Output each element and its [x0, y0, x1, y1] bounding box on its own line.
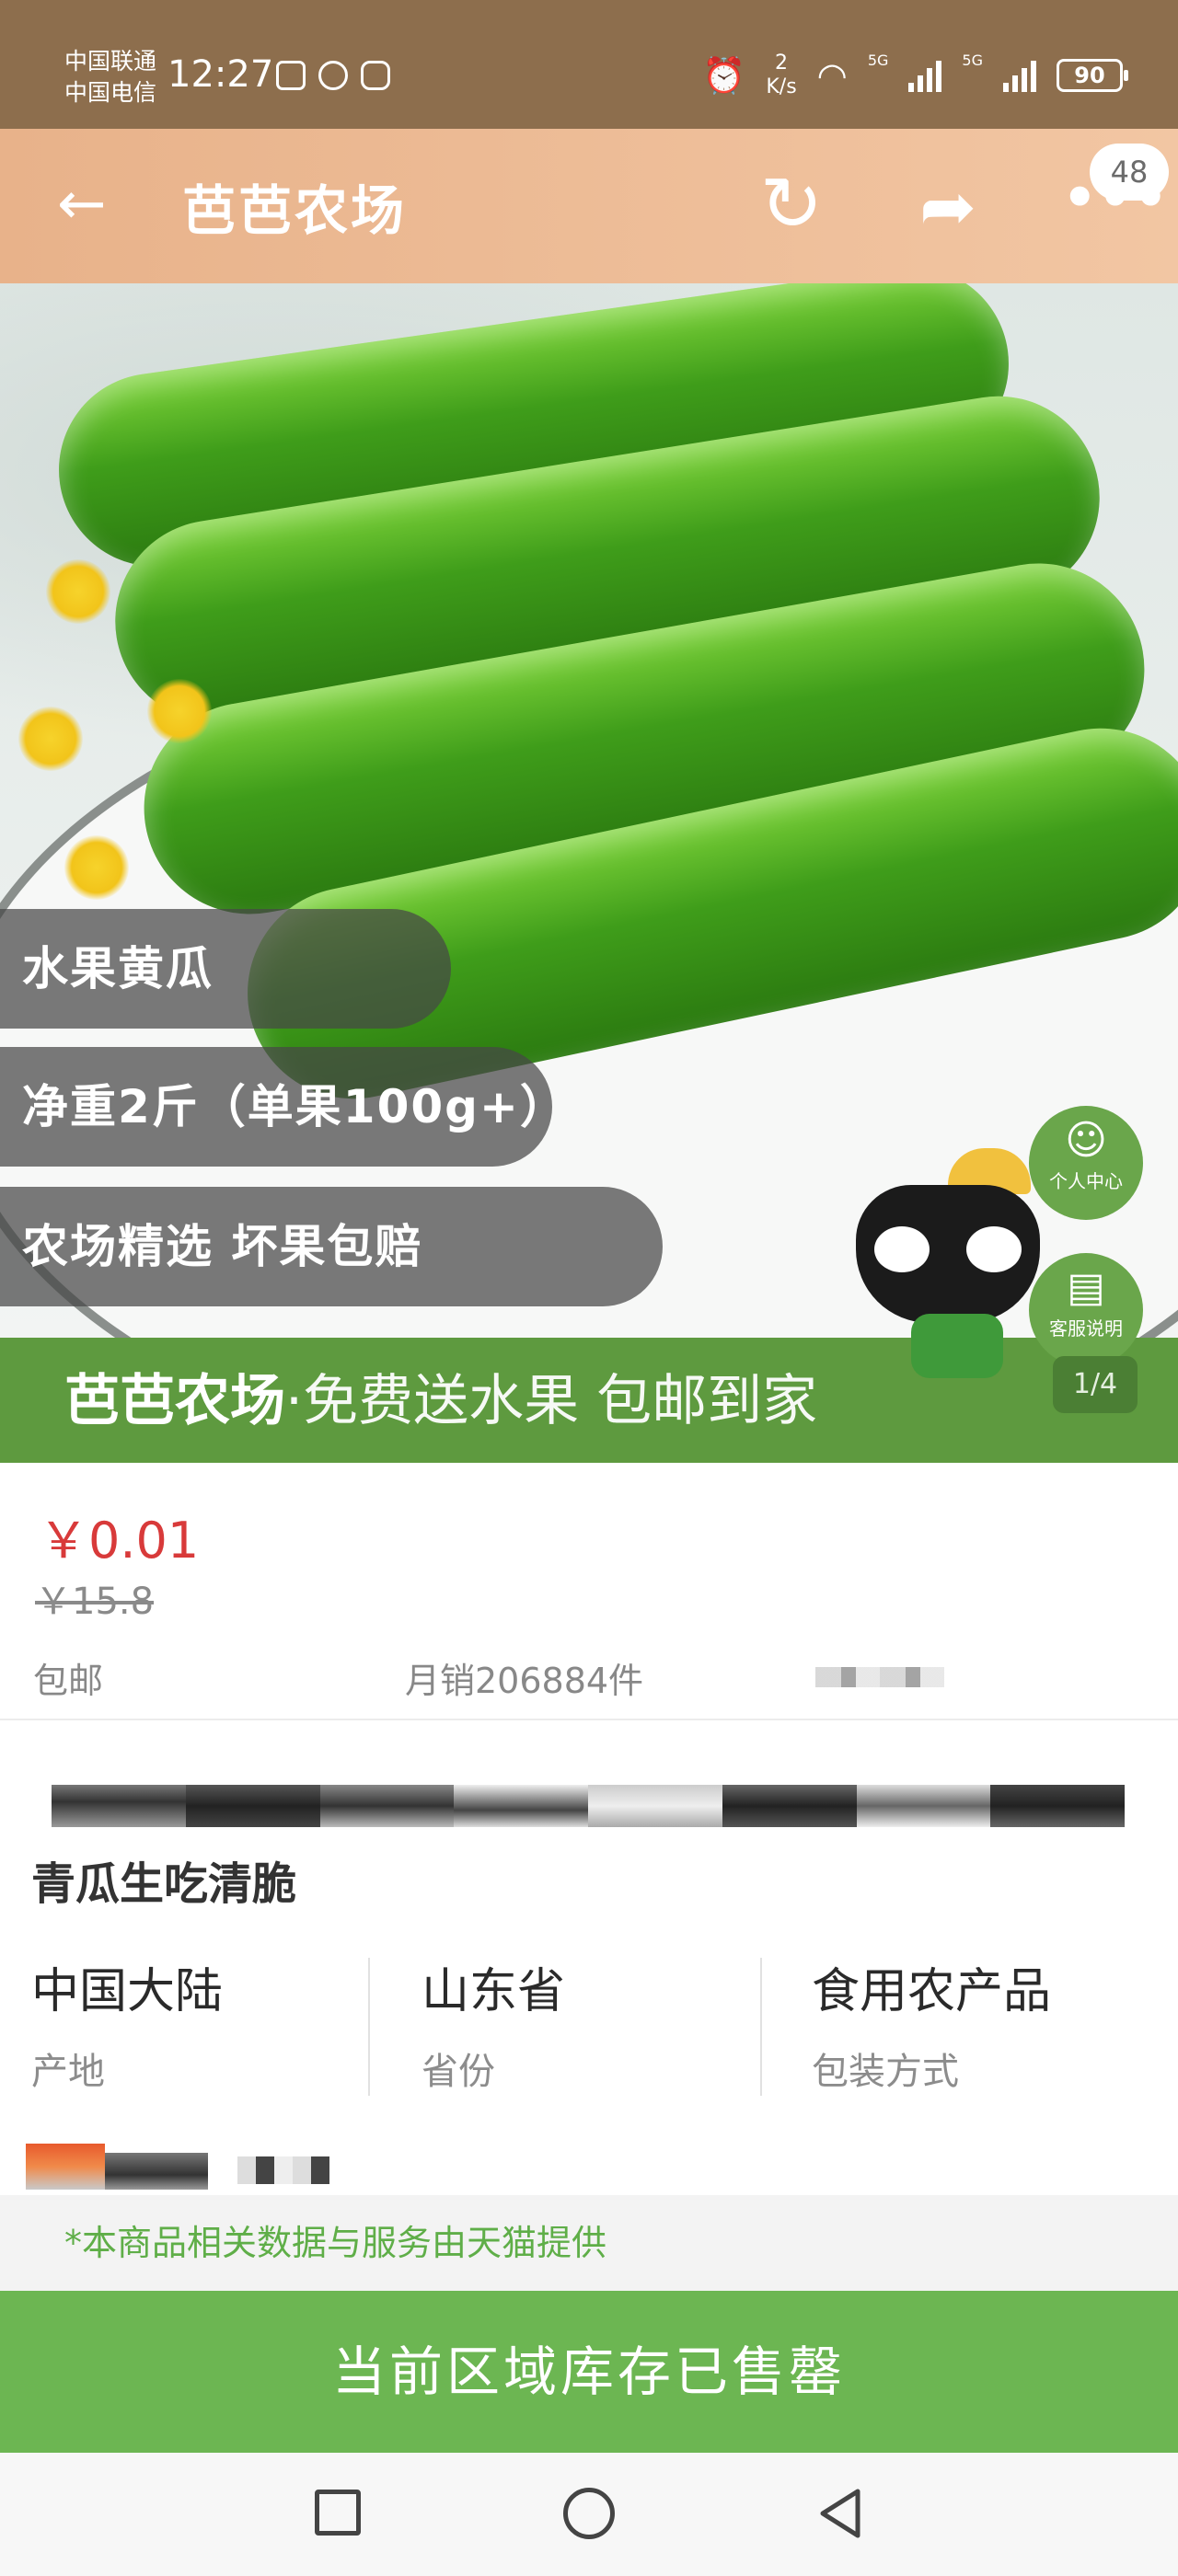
net-speed-unit: K/s: [766, 75, 797, 98]
signal-1-label: 5G: [867, 52, 889, 69]
service-info-button[interactable]: ▤ 客服说明: [1029, 1253, 1143, 1367]
service-info-label: 客服说明: [1049, 1317, 1123, 1340]
product-image-carousel[interactable]: 水果黄瓜 净重2斤（单果100g+） 农场精选 坏果包赔 芭芭农场·免费送水果 …: [0, 283, 1178, 1463]
circle-icon[interactable]: [563, 2488, 615, 2539]
product-subtitle: 青瓜生吃清脆: [31, 1858, 297, 1910]
band-slogan: ·免费送水果 包邮到家: [285, 1369, 818, 1433]
net-speed-value: 2: [775, 52, 789, 75]
hero-tag-3: 农场精选 坏果包赔: [0, 1187, 663, 1306]
redacted-product-name: [52, 1785, 1125, 1827]
personal-center-button[interactable]: ☺ 个人中心: [1029, 1106, 1143, 1220]
personal-center-label: 个人中心: [1049, 1170, 1123, 1192]
spec-province: 山东省 省份: [422, 1952, 790, 2095]
tmall-cat-mascot: [847, 1148, 1049, 1378]
band-brand: 芭芭农场: [64, 1369, 285, 1433]
net-speed: 2 K/s: [766, 52, 796, 99]
flower-graphic: [46, 559, 110, 624]
spec-origin-value: 中国大陆: [31, 1964, 224, 2019]
shipping-label: 包邮: [33, 1661, 104, 1701]
spec-packaging-value: 食用农产品: [812, 1964, 1052, 2019]
app-header: ← 芭芭农场 ↻ ➦ ••• 48: [0, 129, 1178, 283]
hero-tag-1: 水果黄瓜: [0, 909, 451, 1029]
wifi-icon: ◠: [816, 55, 848, 96]
back-arrow-icon[interactable]: ←: [57, 175, 121, 241]
alarm-icon: ⏰: [702, 54, 746, 96]
system-nav-bar: [0, 2453, 1178, 2576]
share-icon[interactable]: ➦: [907, 167, 989, 250]
sold-out-button[interactable]: 当前区域库存已售罄: [0, 2291, 1178, 2453]
monthly-sales: 月销206884件: [405, 1661, 644, 1701]
carrier-2: 中国电信: [64, 79, 157, 106]
hand-icon: [361, 61, 390, 90]
spec-divider: [368, 1958, 370, 2096]
current-price: ￥0.01: [39, 1512, 200, 1570]
spec-province-key: 省份: [422, 2051, 495, 2093]
flower-graphic: [18, 707, 83, 771]
battery-icon: 90: [1057, 59, 1128, 92]
signal-2-icon: [1003, 59, 1036, 92]
spec-packaging-key: 包装方式: [812, 2051, 959, 2093]
status-right: ⏰ 2 K/s ◠ 5G 5G 90: [702, 52, 1128, 99]
price-section: ￥0.01 ￥15.8 包邮 月销206884件: [0, 1463, 1178, 1720]
message-count-badge[interactable]: 48: [1090, 144, 1169, 201]
page-title: 芭芭农场: [182, 179, 408, 242]
spec-divider: [760, 1958, 762, 2096]
flower-graphic: [64, 835, 129, 900]
nfc-icon: [276, 61, 306, 90]
spec-province-value: 山东省: [422, 1964, 566, 2019]
status-notification-icons: [276, 61, 390, 90]
flower-graphic: [147, 679, 212, 743]
signal-1-icon: [908, 59, 942, 92]
wechat-icon: [318, 61, 348, 90]
spec-packaging: 食用农产品 包装方式: [812, 1952, 1178, 2095]
refresh-icon[interactable]: ↻: [750, 166, 833, 248]
spec-origin: 中国大陆 产地: [31, 1952, 399, 2095]
hero-tag-2: 净重2斤（单果100g+）: [0, 1047, 566, 1167]
page-indicator: 1/4: [1053, 1356, 1138, 1413]
spec-origin-key: 产地: [31, 2051, 105, 2093]
status-bar: 中国联通 中国电信 12:27 ⏰ 2 K/s ◠ 5G 5G 90: [0, 0, 1178, 129]
product-info-section: 青瓜生吃清脆 中国大陆 产地 山东省 省份 食用农产品 包装方式: [0, 1722, 1178, 2201]
redacted-shop-info: [26, 2144, 339, 2199]
data-source-notice: *本商品相关数据与服务由天猫提供: [0, 2195, 1178, 2291]
triangle-back-icon[interactable]: [814, 2486, 869, 2541]
square-icon[interactable]: [315, 2490, 361, 2536]
signal-2-label: 5G: [962, 52, 983, 69]
redacted-text: [815, 1667, 944, 1687]
document-icon: ▤: [1067, 1264, 1105, 1311]
person-icon: ☺: [1065, 1117, 1107, 1164]
clock: 12:27: [167, 53, 274, 96]
original-price: ￥15.8: [35, 1581, 155, 1623]
carrier-names: 中国联通 中国电信: [64, 46, 156, 109]
carrier-1: 中国联通: [64, 48, 157, 75]
brand-band-text: 芭芭农场·免费送水果 包邮到家: [64, 1356, 817, 1436]
